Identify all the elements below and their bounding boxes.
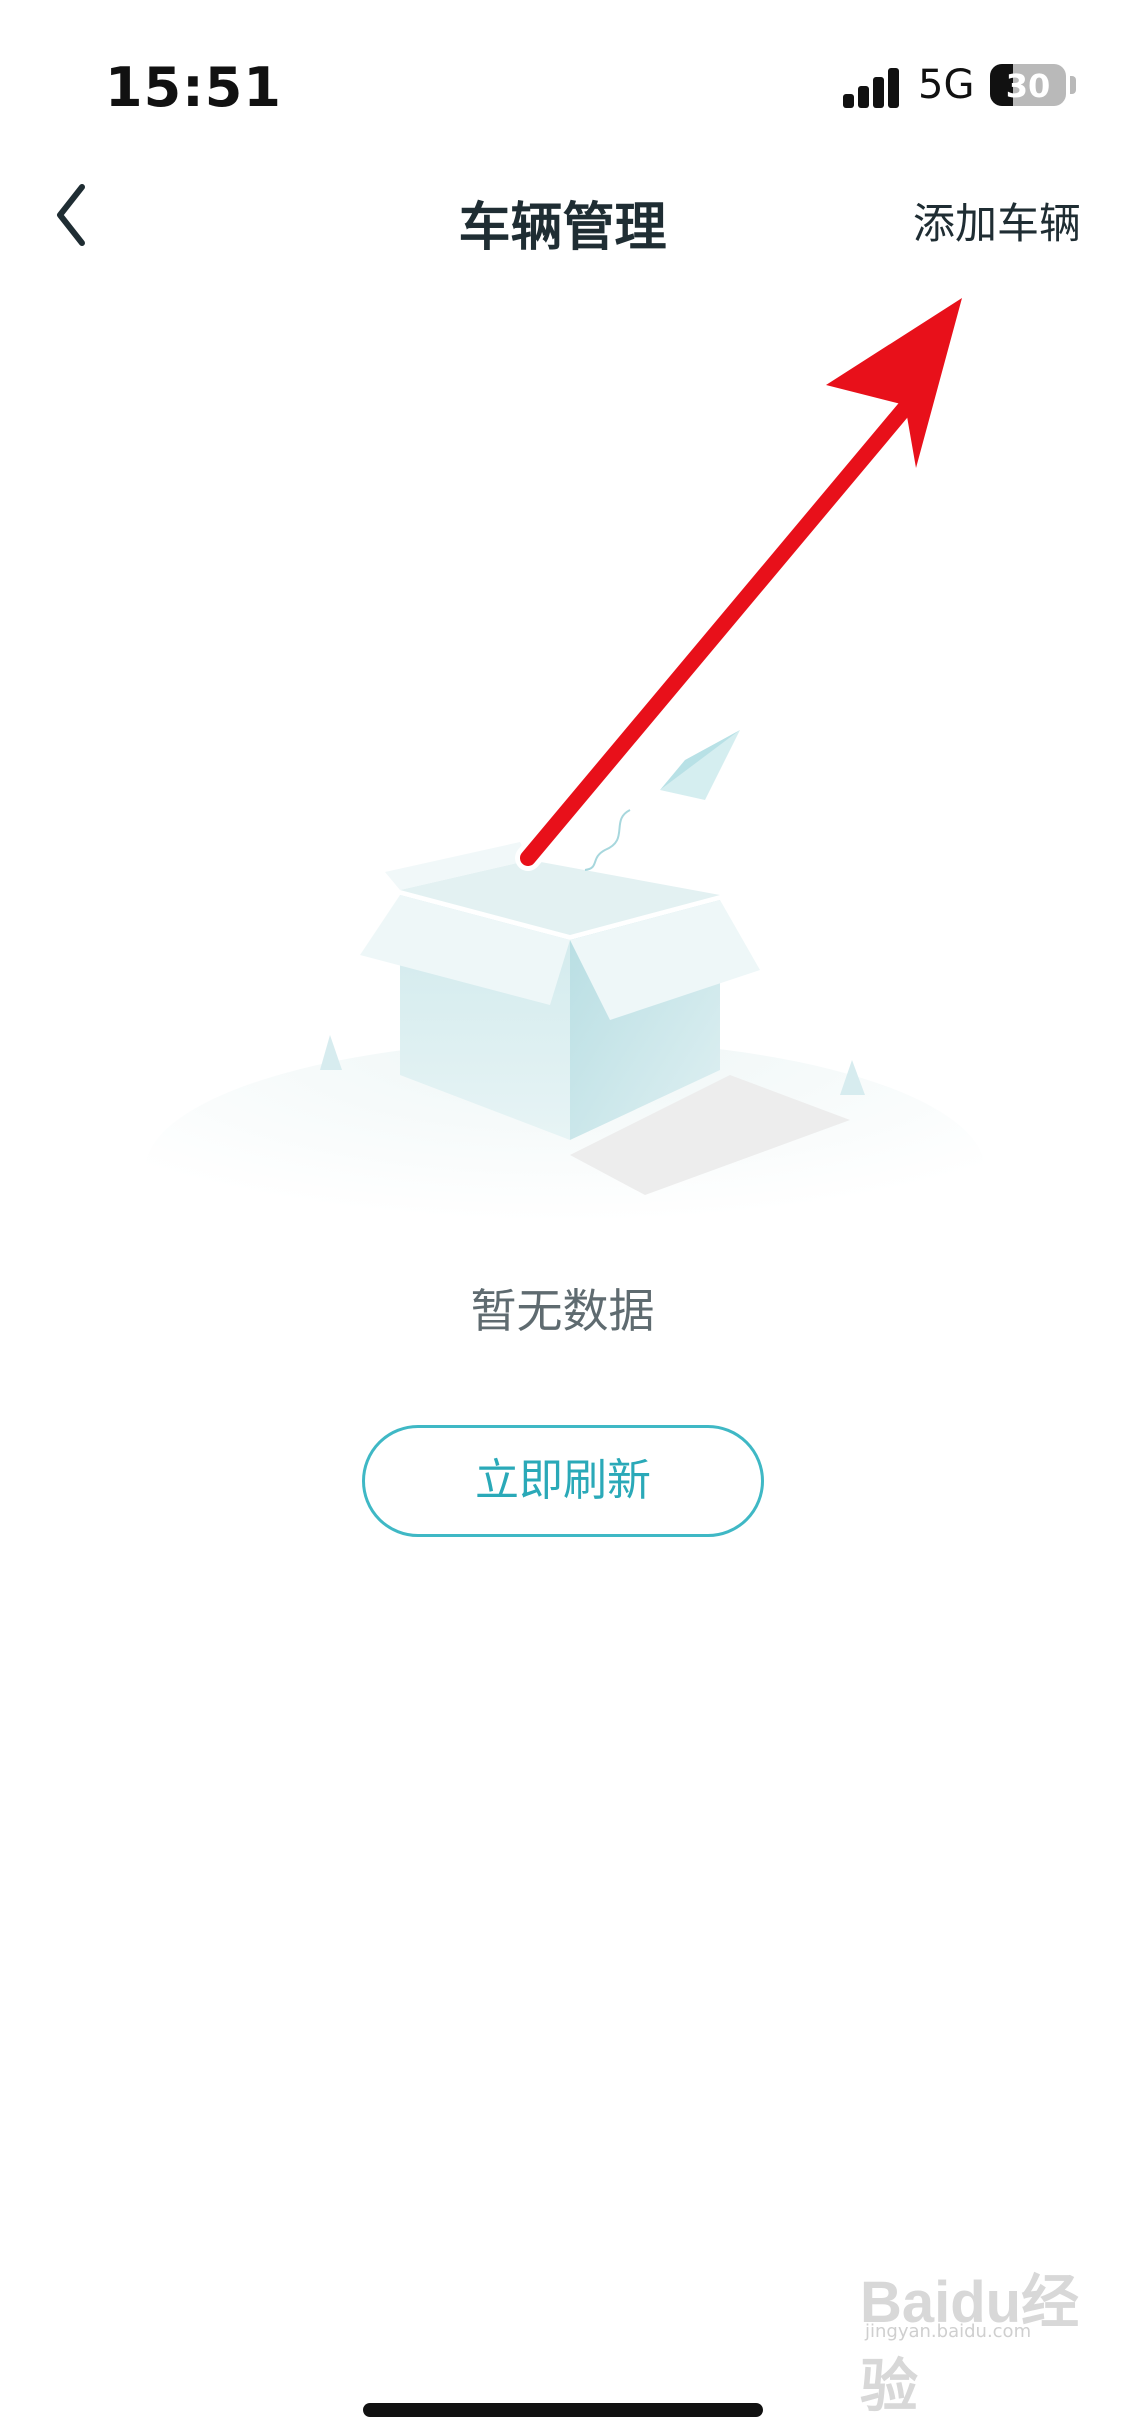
watermark-url: jingyan.baidu.com: [865, 2321, 1032, 2342]
signal-icon: [843, 66, 901, 108]
baidu-watermark: Baidu经验 jingyan.baidu.com: [860, 2255, 1080, 2419]
status-time: 15:51: [105, 56, 282, 119]
status-bar: 15:51 5G 30: [0, 0, 1125, 150]
empty-state-message: 暂无数据: [470, 1284, 655, 1338]
empty-box-illustration: [145, 730, 985, 1220]
network-type: 5G: [918, 62, 975, 108]
refresh-button[interactable]: 立即刷新: [362, 1425, 764, 1537]
battery-level: 30: [1005, 67, 1051, 105]
nav-bar: 车辆管理 添加车辆: [0, 150, 1125, 280]
battery-cap: [1070, 76, 1076, 94]
home-indicator[interactable]: [363, 2403, 763, 2417]
battery-icon: 30: [990, 64, 1066, 106]
add-vehicle-button[interactable]: 添加车辆: [913, 190, 1081, 251]
